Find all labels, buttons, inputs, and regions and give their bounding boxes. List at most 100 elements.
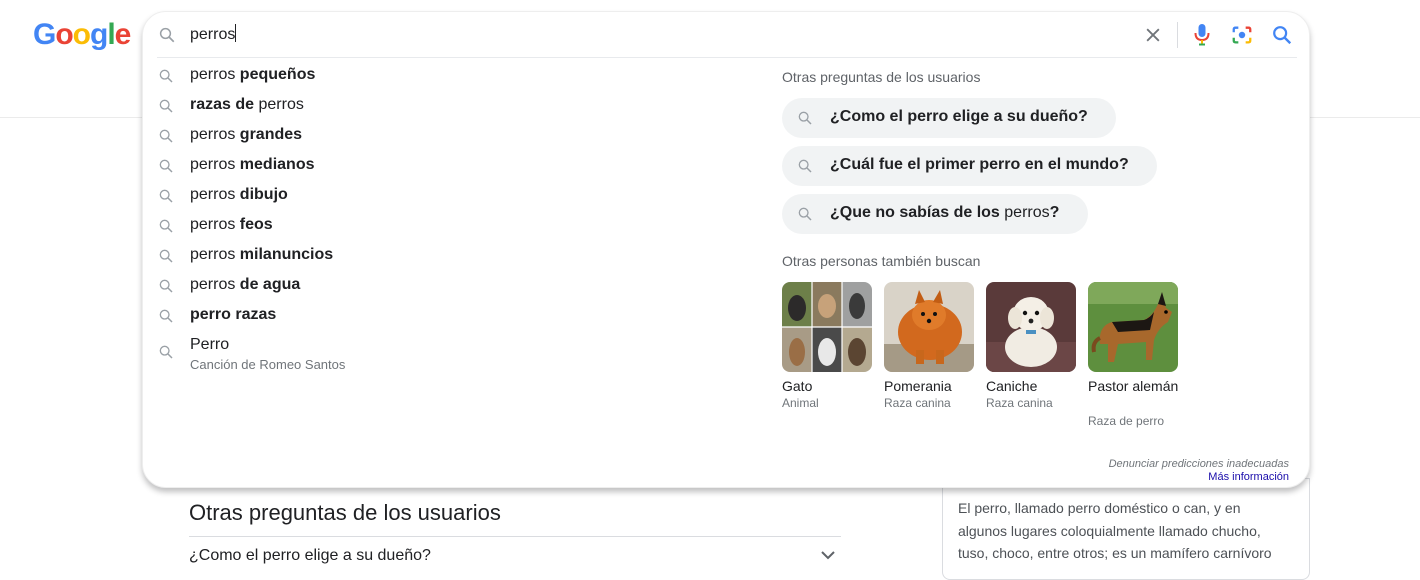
search-icon [798, 159, 812, 173]
logo-letter: o [72, 18, 91, 51]
knowledge-panel-description: El perro, llamado perro doméstico o can,… [958, 500, 1272, 561]
suggestion-bold: medianos [239, 156, 315, 173]
suggestion-plain: perros [190, 126, 240, 143]
pomeranian-thumbnail [884, 282, 974, 372]
suggestion-bold: pequeños [239, 66, 316, 83]
camera-lens-icon[interactable] [1231, 24, 1253, 46]
more-info-link[interactable]: Más información [1208, 471, 1289, 483]
section-title: Otras personas también buscan [782, 253, 981, 269]
search-icon [159, 99, 173, 113]
section-title: Otras preguntas de los usuarios [782, 69, 981, 85]
suggestion-bold: razas de [190, 96, 259, 113]
related-name: Caniche [986, 378, 1038, 394]
suggestion-text: perros dibujo [190, 186, 288, 204]
search-icon [159, 129, 173, 143]
suggestion-item[interactable]: perros pequeños [143, 61, 703, 91]
question-chip[interactable]: ¿Que no sabías de los perros? [782, 194, 1088, 234]
suggestion-bold: grandes [239, 126, 303, 143]
search-icon [798, 207, 812, 221]
suggestion-text: perros medianos [190, 156, 314, 174]
search-suggestions-dropdown: perros perros pequeños razas de perros p… [142, 11, 1310, 488]
logo-letter: o [55, 18, 73, 51]
people-also-ask-question[interactable]: ¿Como el perro elige a su dueño? [189, 547, 431, 565]
suggestion-plain: perros [190, 186, 240, 203]
text-caret [235, 24, 237, 42]
logo-letter: e [114, 18, 132, 51]
search-icon [159, 345, 173, 359]
suggestion-text: perros pequeños [190, 66, 315, 84]
question-bold: ¿Como el perro elige a su dueño? [830, 108, 1088, 125]
logo-letter: g [90, 18, 108, 51]
search-input[interactable]: perros [190, 24, 1090, 44]
related-name: Pastor alemán [1088, 378, 1179, 394]
suggestion-item[interactable]: razas de perros [143, 91, 703, 121]
microphone-icon[interactable] [1193, 23, 1211, 47]
suggestion-bold: de agua [239, 276, 301, 293]
separator [1177, 22, 1178, 48]
german-shepherd-thumbnail [1088, 282, 1178, 372]
suggestion-plain: perros [190, 276, 240, 293]
question-chip[interactable]: ¿Cuál fue el primer perro en el mundo? [782, 146, 1157, 186]
question-tail: ? [1049, 204, 1060, 221]
question-text: ¿Que no sabías de los perros? [830, 204, 1059, 222]
related-subtitle: Animal [782, 396, 819, 410]
logo-letter: l [107, 18, 115, 51]
suggestion-item[interactable]: perros dibujo [143, 181, 703, 211]
search-icon [159, 219, 173, 233]
question-chip[interactable]: ¿Como el perro elige a su dueño? [782, 98, 1116, 138]
suggestion-bold: perro razas [190, 306, 277, 323]
suggestion-plain: perros [258, 96, 304, 113]
chevron-down-icon[interactable] [820, 549, 836, 561]
search-icon [159, 279, 173, 293]
suggestion-item[interactable]: perros feos [143, 211, 703, 241]
suggestion-item[interactable]: Perro Canción de Romeo Santos [143, 331, 703, 373]
related-subtitle: Raza de perro [1088, 414, 1165, 428]
suggestion-plain: perros [190, 156, 240, 173]
search-icon [159, 249, 173, 263]
suggestion-bold: feos [239, 216, 273, 233]
suggestion-text: perros milanuncios [190, 246, 333, 264]
search-icon [159, 69, 173, 83]
report-predictions-link[interactable]: Denunciar predicciones inadecuadas [1109, 458, 1289, 470]
question-bold: ¿Que no sabías de los [830, 204, 1005, 221]
suggestion-text: perro razas [190, 306, 276, 324]
divider [157, 57, 1297, 58]
question-text: ¿Cuál fue el primer perro en el mundo? [830, 156, 1129, 174]
question-text: ¿Como el perro elige a su dueño? [830, 108, 1088, 126]
suggestion-text: perros feos [190, 216, 273, 234]
question-normal: perros [1004, 204, 1050, 221]
search-icon[interactable] [1271, 24, 1293, 46]
suggestion-bold: dibujo [239, 186, 288, 203]
suggestion-item[interactable]: perros de agua [143, 271, 703, 301]
related-name: Gato [782, 378, 813, 394]
google-logo[interactable]: Google [33, 18, 132, 52]
suggestion-plain: perros [190, 66, 240, 83]
cat-collage-thumbnail [782, 282, 872, 372]
divider [189, 536, 841, 537]
search-icon [159, 309, 173, 323]
suggestion-item[interactable]: perros medianos [143, 151, 703, 181]
suggestion-text: Perro [190, 336, 229, 354]
search-icon [159, 27, 175, 43]
suggestion-text: perros grandes [190, 126, 302, 144]
suggestion-plain: Perro [190, 336, 230, 353]
question-bold: ¿Cuál fue el primer perro en el mundo? [830, 156, 1129, 173]
close-icon[interactable] [1143, 25, 1163, 45]
suggestion-text: razas de perros [190, 96, 304, 114]
suggestion-item[interactable]: perros grandes [143, 121, 703, 151]
search-icon [159, 159, 173, 173]
suggestion-subtitle: Canción de Romeo Santos [190, 357, 346, 372]
people-also-ask-heading: Otras preguntas de los usuarios [189, 500, 501, 525]
suggestion-item[interactable]: perros milanuncios [143, 241, 703, 271]
poodle-thumbnail [986, 282, 1076, 372]
suggestion-bold: milanuncios [239, 246, 334, 263]
suggestion-item[interactable]: perro razas [143, 301, 703, 331]
search-query: perros [190, 26, 236, 43]
related-name: Pomerania [884, 378, 952, 394]
search-icon [159, 189, 173, 203]
logo-letter: G [33, 18, 56, 51]
search-icon [798, 111, 812, 125]
related-subtitle: Raza canina [884, 396, 951, 410]
suggestion-plain: perros [190, 246, 240, 263]
search-bar: perros [143, 12, 1311, 58]
